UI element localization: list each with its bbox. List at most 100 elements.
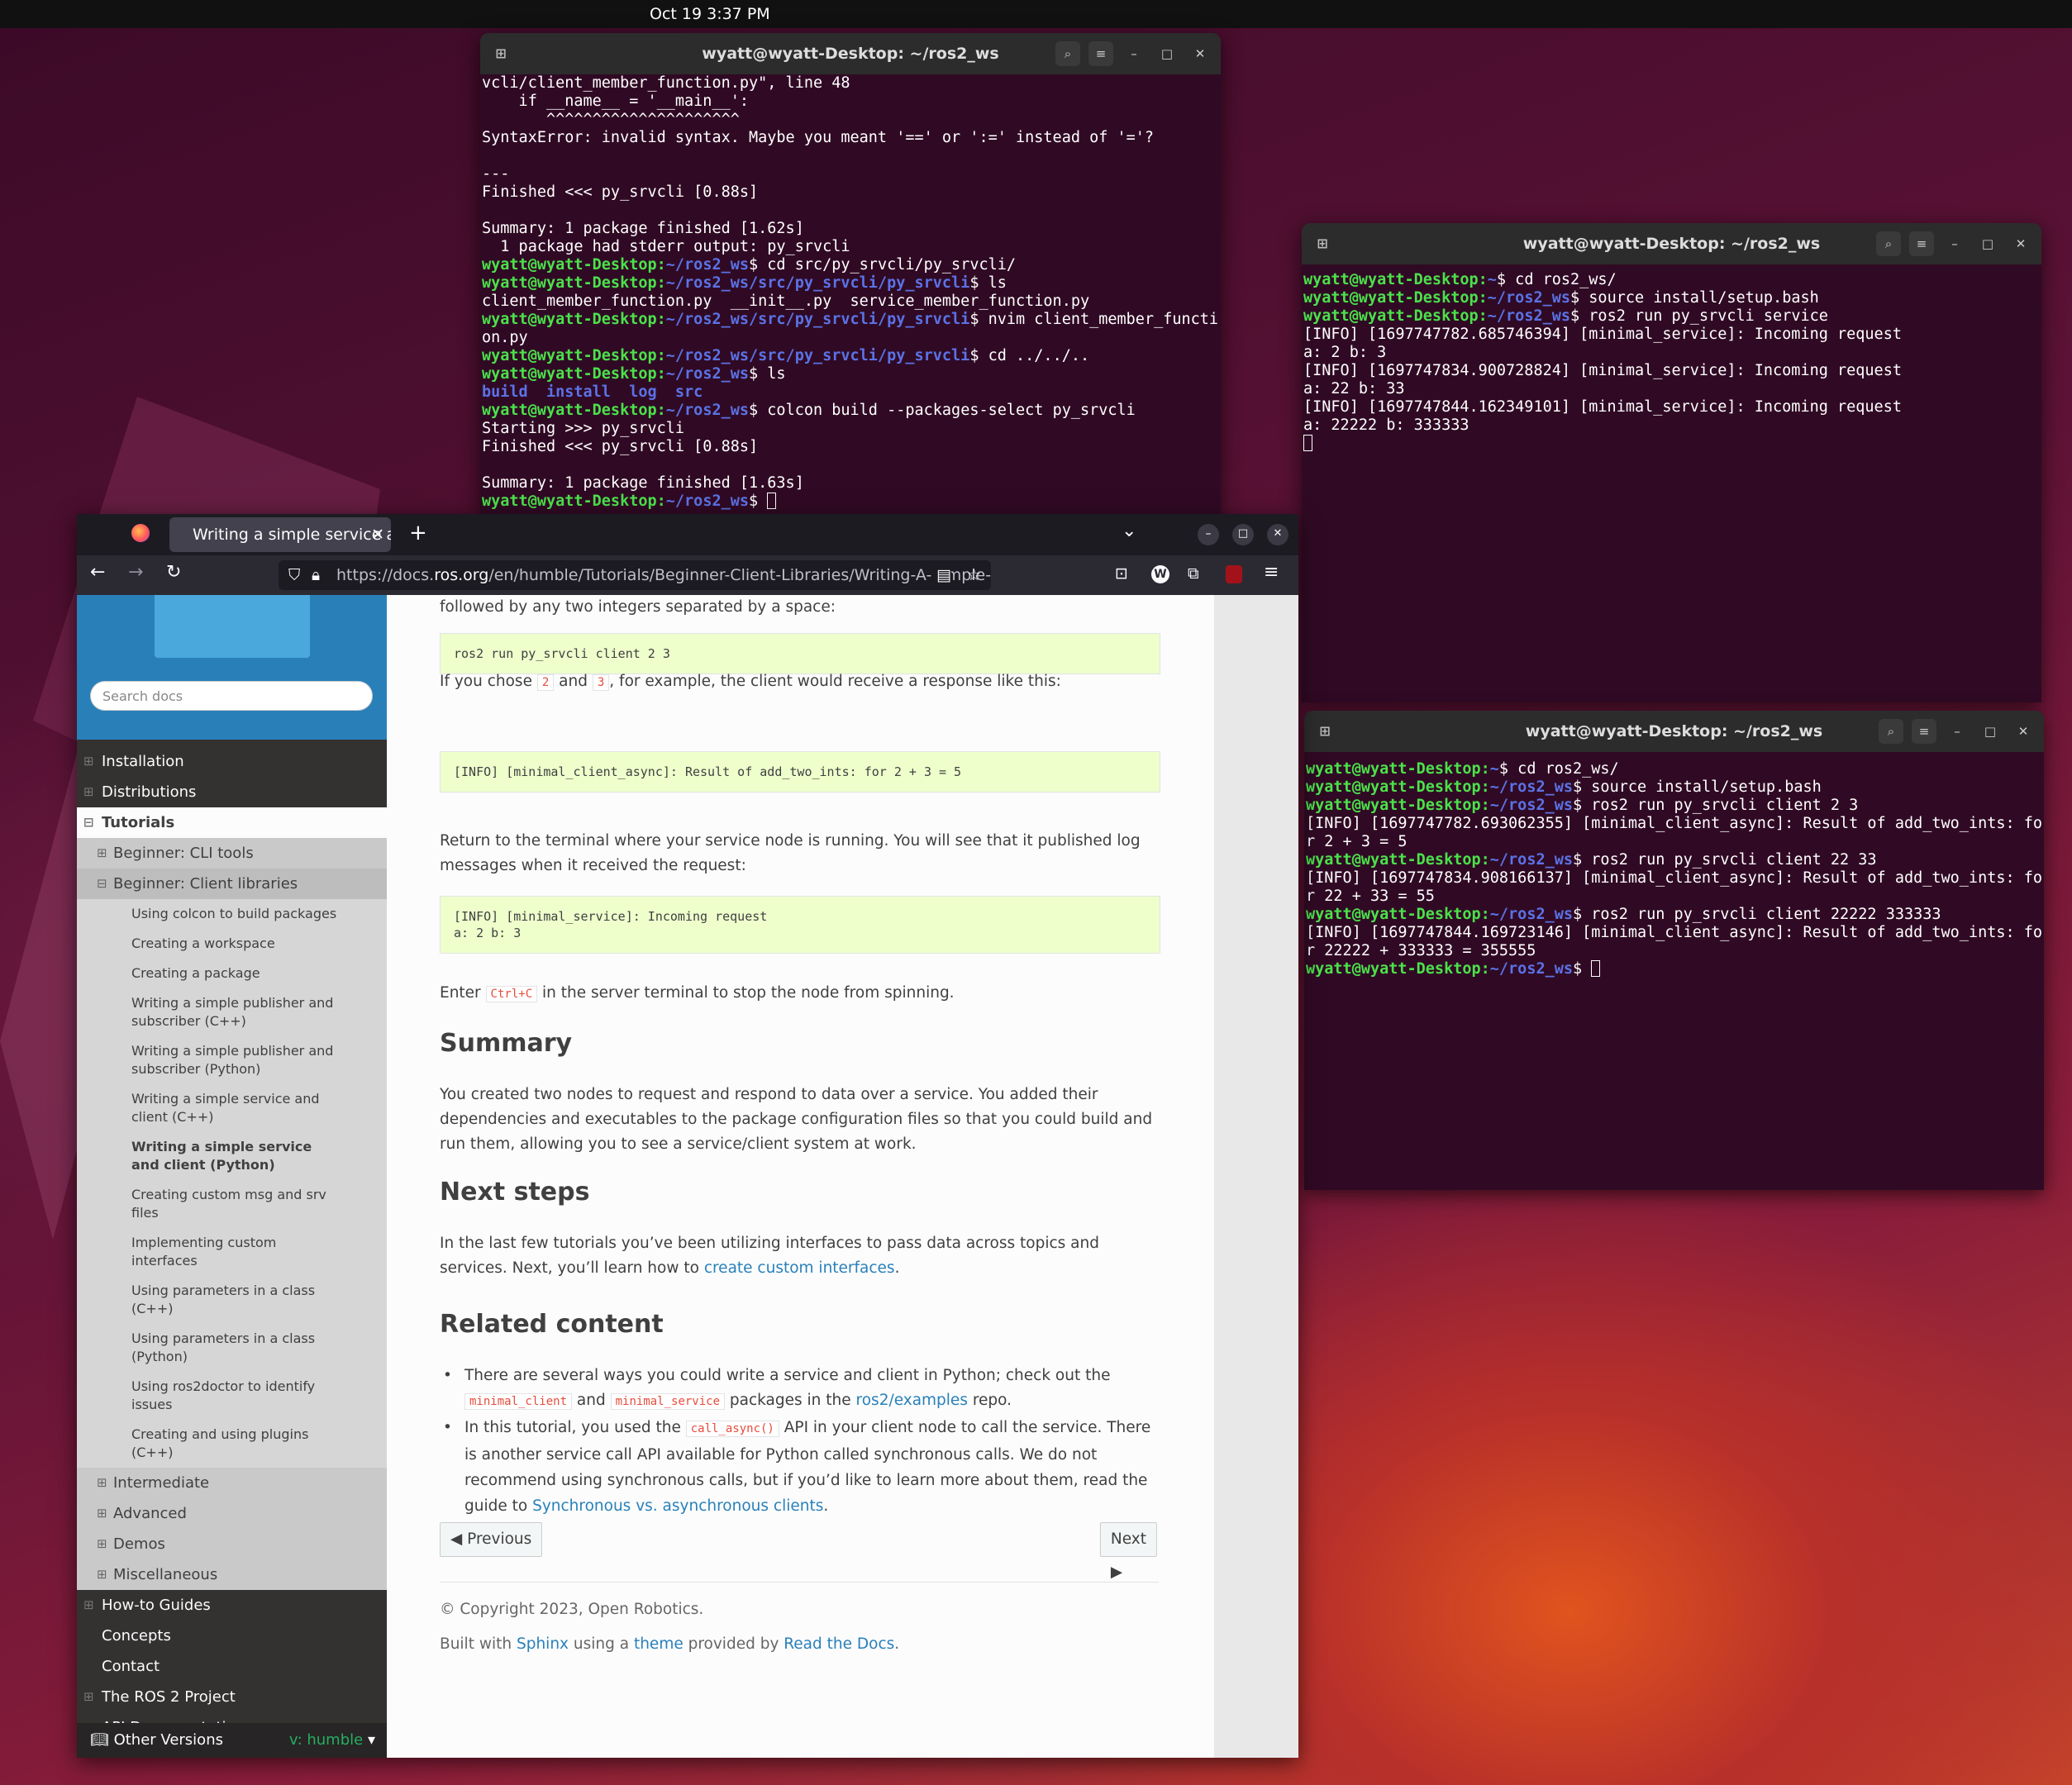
sidebar-leaf[interactable]: Writing a simple service and client (Pyt… — [77, 1132, 387, 1180]
pocket-icon[interactable]: ⊡ — [1115, 564, 1128, 583]
expand-icon[interactable]: ⊞ — [83, 777, 94, 807]
collapse-icon[interactable]: ⊟ — [97, 869, 107, 899]
previous-button[interactable]: ◀ Previous — [440, 1522, 543, 1557]
expand-icon[interactable]: ⊞ — [83, 746, 94, 777]
close-icon[interactable]: ✕ — [2008, 231, 2033, 256]
terminal-output[interactable]: wyatt@wyatt-Desktop:~$ cd ros2_ws/wyatt@… — [1302, 264, 2041, 455]
lock-icon[interactable]: 🔒︎ — [312, 560, 320, 590]
reader-view-icon[interactable]: ▤ — [931, 560, 951, 590]
maximize-icon[interactable]: □ — [1978, 719, 2003, 744]
collapse-icon[interactable]: ⊟ — [83, 807, 94, 838]
search-input[interactable]: Search docs — [90, 681, 373, 711]
sidebar-leaf[interactable]: Using ros2doctor to identify issues — [77, 1372, 387, 1420]
maximize-icon[interactable]: □ — [1232, 524, 1254, 545]
minimize-icon[interactable]: – — [1942, 231, 1967, 256]
versions-footer[interactable]: 📖︎ Other Versions v: humble ▾ — [77, 1723, 387, 1758]
sidebar-subitem[interactable]: ⊞ Beginner: CLI tools — [77, 838, 387, 869]
bookmark-star-icon[interactable]: ☆ — [967, 560, 981, 590]
new-tab-icon[interactable]: ⊞ — [490, 43, 512, 64]
terminal-output[interactable]: wyatt@wyatt-Desktop:~$ cd ros2_ws/wyatt@… — [1304, 752, 2044, 980]
new-tab-icon[interactable]: ⊞ — [1312, 233, 1333, 255]
search-icon[interactable]: ⌕ — [1055, 41, 1080, 66]
search-icon[interactable]: ⌕ — [1879, 719, 1903, 744]
next-button[interactable]: Next ▶ — [1099, 1522, 1157, 1581]
link-sphinx[interactable]: Sphinx — [517, 1635, 569, 1653]
sidebar-item-current[interactable]: ⊟ Tutorials — [77, 807, 387, 838]
sidebar-subitem[interactable]: ⊞ Miscellaneous — [77, 1559, 387, 1590]
sidebar-subitem[interactable]: ⊞ Intermediate — [77, 1468, 387, 1498]
minimize-icon[interactable]: – — [1945, 719, 1970, 744]
sidebar-subitem-current[interactable]: ⊟ Beginner: Client libraries — [77, 869, 387, 899]
code-block-service-output[interactable]: [INFO] [minimal_service]: Incoming reque… — [440, 896, 1160, 954]
sidebar-leaf[interactable]: Writing a simple publisher and subscribe… — [77, 988, 387, 1036]
sidebar-leaf[interactable]: Creating a workspace — [77, 929, 387, 959]
forward-icon[interactable]: → — [128, 562, 143, 583]
tab-writing-simple-service[interactable]: Writing a simple service a ✕ — [169, 517, 391, 552]
sidebar-leaf[interactable]: Implementing custom interfaces — [77, 1228, 387, 1276]
ros-logo[interactable] — [155, 595, 310, 658]
terminal-window-1[interactable]: ⊞ wyatt@wyatt-Desktop: ~/ros2_ws ⌕ ≡ – □… — [480, 33, 1221, 516]
sidebar-leaf[interactable]: Writing a simple publisher and subscribe… — [77, 1036, 387, 1084]
expand-icon[interactable]: ⊞ — [97, 1559, 107, 1590]
sidebar-item[interactable]: ⊞ How-to Guides — [77, 1590, 387, 1621]
sidebar-leaf[interactable]: Creating a package — [77, 959, 387, 988]
minimize-icon[interactable]: – — [1198, 524, 1219, 545]
link-sync-vs-async[interactable]: Synchronous vs. asynchronous clients — [532, 1497, 823, 1515]
back-icon[interactable]: ← — [90, 562, 105, 583]
terminal-titlebar[interactable]: ⊞ wyatt@wyatt-Desktop: ~/ros2_ws ⌕ ≡ – □… — [1302, 223, 2041, 264]
link-ros2-examples[interactable]: ros2/examples — [856, 1392, 968, 1409]
expand-icon[interactable]: ⊞ — [83, 1590, 94, 1621]
url-bar[interactable]: ⛉ 🔒︎ https://docs.ros.org/en/humble/Tuto… — [279, 560, 991, 590]
menu-icon[interactable]: ≡ — [1909, 231, 1934, 256]
search-icon[interactable]: ⌕ — [1876, 231, 1901, 256]
terminal-output[interactable]: vcli/client_member_function.py", line 48… — [480, 74, 1221, 512]
firefox-view-icon[interactable] — [131, 524, 150, 542]
code-block-command[interactable]: ros2 run py_srvcli client 2 3 — [440, 633, 1160, 674]
expand-icon[interactable]: ⊞ — [83, 1682, 94, 1712]
sidebar-item[interactable]: Concepts — [77, 1621, 387, 1651]
expand-icon[interactable]: ⊞ — [97, 1498, 107, 1529]
sidebar-leaf[interactable]: Using parameters in a class (Python) — [77, 1324, 387, 1372]
link-create-custom-interfaces[interactable]: create custom interfaces — [704, 1259, 895, 1277]
expand-icon[interactable]: ⊞ — [97, 1468, 107, 1498]
terminal-window-3[interactable]: ⊞ wyatt@wyatt-Desktop: ~/ros2_ws ⌕ ≡ – □… — [1304, 711, 2044, 1190]
sidebar-leaf[interactable]: Creating and using plugins (C++) — [77, 1420, 387, 1468]
close-icon[interactable]: ✕ — [1188, 41, 1212, 66]
ublock-icon[interactable] — [1226, 565, 1242, 583]
sidebar-item[interactable]: ⊞ Distributions — [77, 777, 387, 807]
menu-icon[interactable]: ≡ — [1912, 719, 1936, 744]
sidebar-leaf[interactable]: Writing a simple service and client (C++… — [77, 1084, 387, 1132]
tab-close-icon[interactable]: ✕ — [371, 517, 384, 552]
account-icon[interactable]: W — [1151, 565, 1169, 583]
new-tab-icon[interactable]: + — [409, 521, 427, 545]
sidebar-leaf[interactable]: Using parameters in a class (C++) — [77, 1276, 387, 1324]
sidebar-leaf[interactable]: Using colcon to build packages — [77, 899, 387, 929]
reload-icon[interactable]: ↻ — [166, 562, 181, 583]
link-read-the-docs[interactable]: Read the Docs — [784, 1635, 894, 1653]
extensions-icon[interactable]: ⧉ — [1188, 564, 1199, 583]
new-tab-icon[interactable]: ⊞ — [1314, 721, 1336, 742]
clock[interactable]: Oct 19 3:37 PM — [650, 0, 770, 28]
menu-icon[interactable]: ≡ — [1088, 41, 1113, 66]
shield-icon[interactable]: ⛉ — [288, 560, 300, 590]
minimize-icon[interactable]: – — [1122, 41, 1146, 66]
sidebar-subitem[interactable]: ⊞ Advanced — [77, 1498, 387, 1529]
expand-icon[interactable]: ⊞ — [97, 838, 107, 869]
app-menu-icon[interactable]: ≡ — [1264, 562, 1279, 583]
close-icon[interactable]: ✕ — [1267, 524, 1288, 545]
firefox-window[interactable]: Writing a simple service a ✕ + ⌄ – □ ✕ ←… — [77, 514, 1298, 1758]
terminal-titlebar[interactable]: ⊞ wyatt@wyatt-Desktop: ~/ros2_ws ⌕ ≡ – □… — [480, 33, 1221, 74]
sidebar-subitem[interactable]: ⊞ Demos — [77, 1529, 387, 1559]
expand-icon[interactable]: ⊞ — [97, 1529, 107, 1559]
link-theme[interactable]: theme — [634, 1635, 684, 1653]
close-icon[interactable]: ✕ — [2011, 719, 2036, 744]
list-tabs-icon[interactable]: ⌄ — [1122, 521, 1136, 541]
terminal-window-2[interactable]: ⊞ wyatt@wyatt-Desktop: ~/ros2_ws ⌕ ≡ – □… — [1302, 223, 2041, 702]
maximize-icon[interactable]: □ — [1975, 231, 2000, 256]
sidebar-item[interactable]: ⊞ Installation — [77, 746, 387, 777]
sidebar-item[interactable]: Contact — [77, 1651, 387, 1682]
sidebar-leaf[interactable]: Creating custom msg and srv files — [77, 1180, 387, 1228]
sidebar-item[interactable]: ⊞ The ROS 2 Project — [77, 1682, 387, 1712]
code-block-client-output[interactable]: [INFO] [minimal_client_async]: Result of… — [440, 751, 1160, 793]
maximize-icon[interactable]: □ — [1155, 41, 1179, 66]
